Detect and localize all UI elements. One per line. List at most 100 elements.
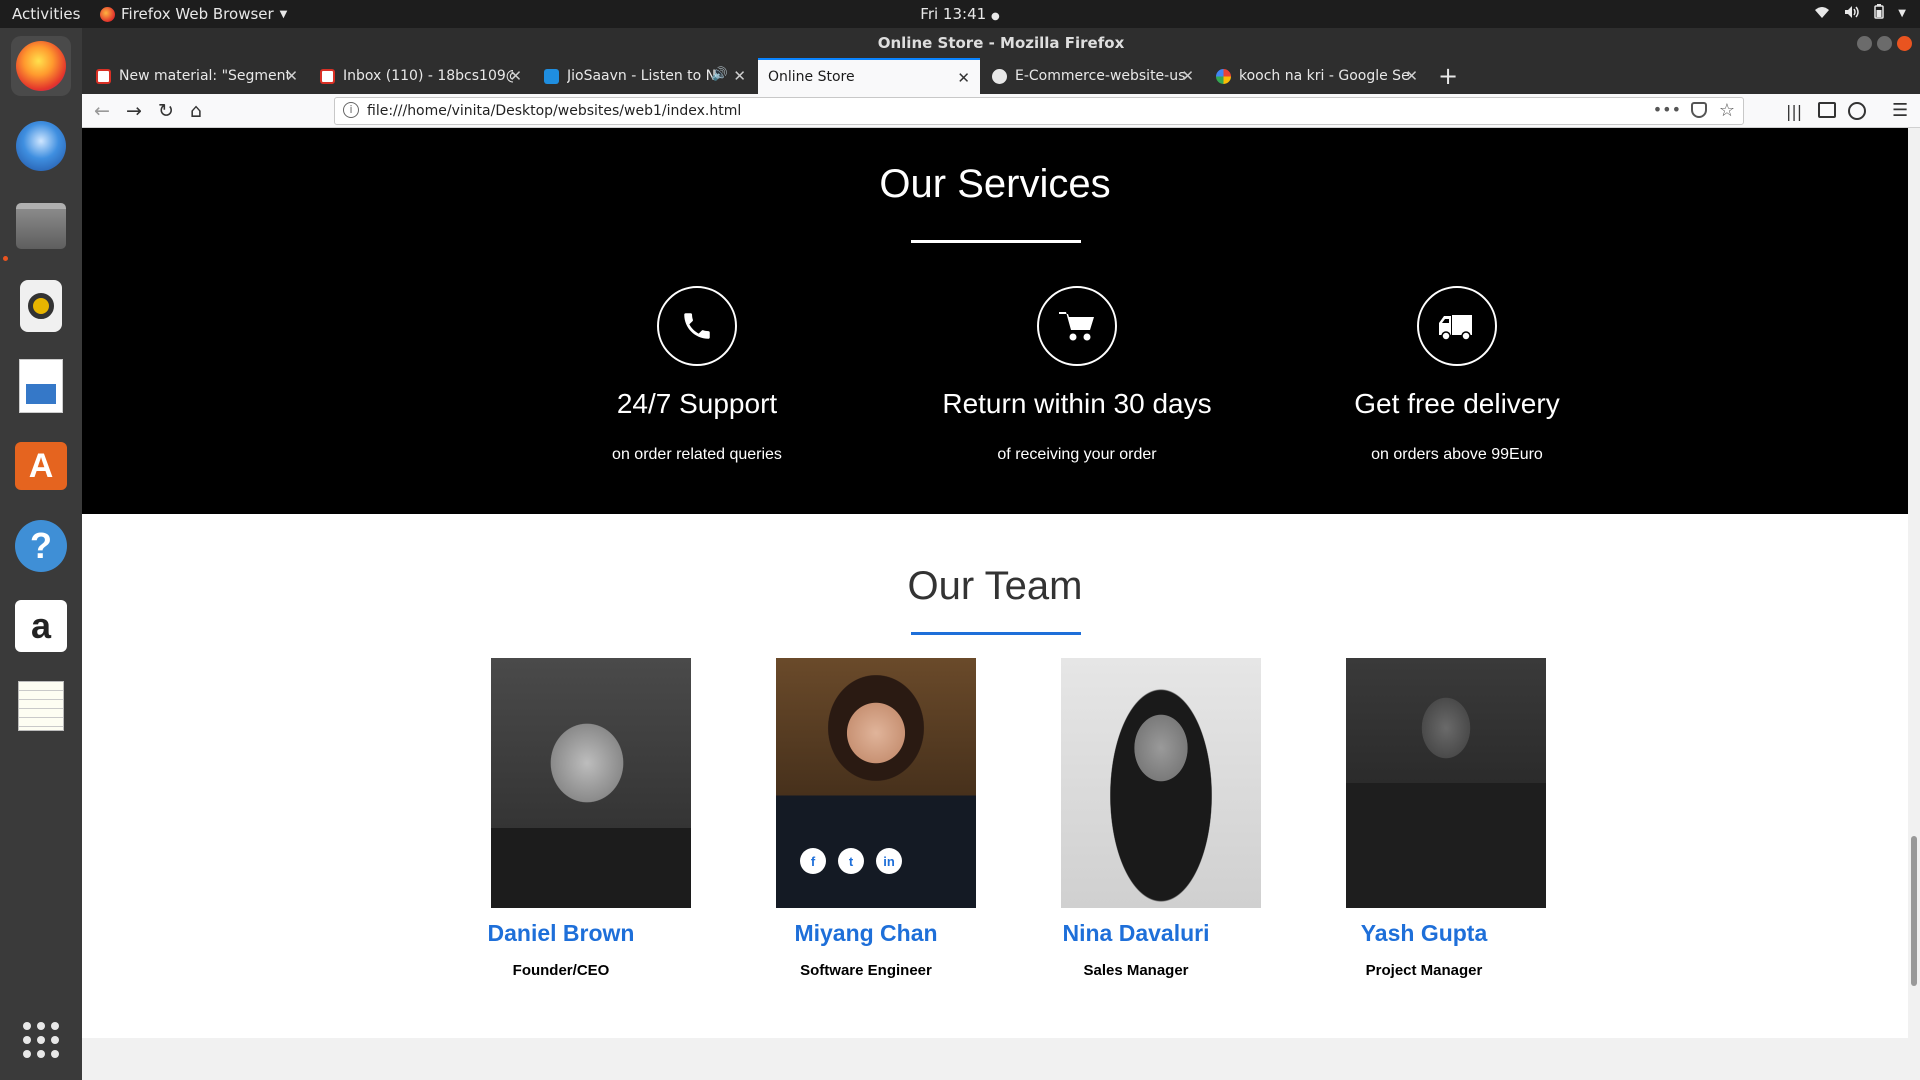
clock[interactable]: Fri 13:41 ● bbox=[0, 5, 1920, 23]
library-icon[interactable]: ||| bbox=[1786, 102, 1802, 121]
close-tab-icon[interactable]: ✕ bbox=[285, 67, 298, 85]
facebook-icon[interactable]: f bbox=[800, 848, 826, 874]
twitter-icon[interactable]: t bbox=[838, 848, 864, 874]
back-arrow-icon[interactable]: ← bbox=[94, 100, 110, 122]
gmail-icon bbox=[96, 68, 111, 84]
pocket-icon[interactable] bbox=[1691, 102, 1707, 118]
account-icon[interactable] bbox=[1848, 102, 1866, 120]
member-name[interactable]: Miyang Chan bbox=[766, 920, 966, 947]
ubuntu-dock: A ? a bbox=[0, 28, 82, 1080]
url-text[interactable]: file:///home/vinita/Desktop/websites/web… bbox=[367, 103, 741, 119]
close-tab-icon[interactable]: ✕ bbox=[509, 67, 522, 85]
minimize-button[interactable] bbox=[1857, 36, 1872, 51]
forward-arrow-icon[interactable]: → bbox=[126, 100, 142, 122]
team-member-card: Nina Davaluri Sales Manager bbox=[1061, 658, 1261, 979]
google-icon bbox=[1216, 68, 1231, 84]
gmail-icon bbox=[320, 68, 335, 84]
power-menu-chevron-icon[interactable]: ▼ bbox=[1898, 8, 1906, 19]
linkedin-icon[interactable]: in bbox=[876, 848, 902, 874]
member-photo bbox=[1061, 658, 1261, 908]
member-name[interactable]: Daniel Brown bbox=[461, 920, 661, 947]
member-role: Software Engineer bbox=[800, 962, 932, 979]
services-section: Our Services 24/7 Support on order relat… bbox=[82, 128, 1908, 514]
volume-icon[interactable] bbox=[1844, 5, 1860, 23]
page-scrollbar[interactable] bbox=[1908, 128, 1920, 1080]
tab-google-search[interactable]: kooch na kri - Google Sea ✕ bbox=[1206, 58, 1428, 94]
dock-firefox[interactable] bbox=[11, 36, 71, 96]
dock-thunderbird[interactable] bbox=[11, 116, 71, 176]
window-title: Online Store - Mozilla Firefox bbox=[877, 34, 1125, 52]
member-photo bbox=[491, 658, 691, 908]
service-subtitle: on order related queries bbox=[612, 446, 782, 463]
close-window-button[interactable] bbox=[1897, 36, 1912, 51]
system-top-bar: Activities Firefox Web Browser ▼ Fri 13:… bbox=[0, 0, 1920, 28]
text-editor-icon bbox=[18, 681, 64, 731]
dock-rhythmbox[interactable] bbox=[11, 276, 71, 336]
dock-libreoffice-impress[interactable] bbox=[11, 356, 71, 416]
battery-icon[interactable] bbox=[1874, 4, 1885, 23]
page-viewport: Our Services 24/7 Support on order relat… bbox=[82, 128, 1920, 1080]
next-section-band bbox=[82, 1038, 1908, 1080]
phone-icon bbox=[684, 313, 710, 339]
tab-label: New material: "Segment bbox=[119, 68, 289, 84]
dock-text-editor[interactable] bbox=[11, 676, 71, 736]
member-name[interactable]: Nina Davaluri bbox=[1036, 920, 1236, 947]
dock-software-center[interactable]: A bbox=[11, 436, 71, 496]
clock-label: Fri 13:41 bbox=[920, 5, 987, 23]
service-support: 24/7 Support on order related queries bbox=[507, 286, 887, 464]
new-tab-button[interactable]: + bbox=[1438, 62, 1458, 90]
close-tab-icon[interactable]: ✕ bbox=[1181, 67, 1194, 85]
document-icon bbox=[19, 359, 63, 413]
dock-files[interactable] bbox=[11, 196, 71, 256]
url-bar[interactable]: i file:///home/vinita/Desktop/websites/w… bbox=[334, 97, 1744, 125]
sidebar-icon[interactable] bbox=[1818, 102, 1836, 118]
wifi-icon[interactable] bbox=[1814, 5, 1830, 23]
tab-jiosaavn[interactable]: JioSaavn - Listen to Ne 🔊 ✕ bbox=[534, 58, 756, 94]
service-title: Return within 30 days bbox=[942, 388, 1212, 419]
bookmark-star-icon[interactable]: ☆ bbox=[1719, 100, 1735, 121]
member-role: Founder/CEO bbox=[512, 962, 610, 979]
system-tray[interactable]: ▼ bbox=[1814, 4, 1906, 23]
member-name[interactable]: Yash Gupta bbox=[1324, 920, 1524, 947]
service-icon-circle bbox=[1417, 286, 1497, 366]
window-titlebar: Online Store - Mozilla Firefox bbox=[82, 28, 1920, 58]
member-photo: f t in bbox=[776, 658, 976, 908]
service-delivery: Get free delivery on orders above 99Euro bbox=[1267, 286, 1647, 464]
jiosaavn-icon bbox=[544, 68, 559, 84]
dock-help[interactable]: ? bbox=[11, 516, 71, 576]
hamburger-menu-icon[interactable]: ☰ bbox=[1892, 100, 1908, 121]
tab-github[interactable]: E-Commerce-website-us ✕ bbox=[982, 58, 1204, 94]
navigation-toolbar: ← → ↻ ⌂ i file:///home/vinita/Desktop/we… bbox=[82, 94, 1920, 128]
github-icon bbox=[992, 68, 1007, 84]
speaker-playing-icon[interactable]: 🔊 bbox=[712, 67, 728, 82]
close-tab-icon[interactable]: ✕ bbox=[733, 67, 746, 85]
service-icon-circle bbox=[657, 286, 737, 366]
member-role: Project Manager bbox=[1365, 962, 1483, 979]
show-applications-button[interactable] bbox=[11, 1010, 71, 1070]
software-center-icon: A bbox=[15, 442, 67, 490]
notification-dot-icon: ● bbox=[990, 11, 1000, 22]
member-role: Sales Manager bbox=[1083, 962, 1189, 979]
speaker-icon bbox=[20, 280, 62, 332]
tab-online-store[interactable]: Online Store ✕ bbox=[758, 58, 980, 94]
maximize-button[interactable] bbox=[1877, 36, 1892, 51]
info-icon[interactable]: i bbox=[343, 102, 359, 118]
tab-gmail-segment[interactable]: New material: "Segment ✕ bbox=[86, 58, 308, 94]
close-tab-icon[interactable]: ✕ bbox=[957, 69, 970, 87]
tab-label: kooch na kri - Google Sea bbox=[1239, 68, 1409, 84]
tab-gmail-inbox[interactable]: Inbox (110) - 18bcs109@ ✕ bbox=[310, 58, 532, 94]
page-actions-icon[interactable]: ••• bbox=[1653, 100, 1681, 119]
close-tab-icon[interactable]: ✕ bbox=[1405, 67, 1418, 85]
home-icon[interactable]: ⌂ bbox=[190, 100, 202, 122]
amazon-icon: a bbox=[15, 600, 67, 652]
services-title: Our Services bbox=[879, 162, 1111, 206]
tab-strip: New material: "Segment ✕ Inbox (110) - 1… bbox=[82, 58, 1920, 94]
services-title-underline bbox=[911, 240, 1081, 243]
team-title-underline bbox=[911, 632, 1081, 635]
service-subtitle: on orders above 99Euro bbox=[1371, 446, 1543, 463]
dock-amazon[interactable]: a bbox=[11, 596, 71, 656]
service-title: Get free delivery bbox=[1354, 388, 1560, 419]
scrollbar-thumb[interactable] bbox=[1911, 836, 1917, 986]
tab-label: Online Store bbox=[768, 69, 855, 85]
reload-icon[interactable]: ↻ bbox=[158, 100, 174, 122]
